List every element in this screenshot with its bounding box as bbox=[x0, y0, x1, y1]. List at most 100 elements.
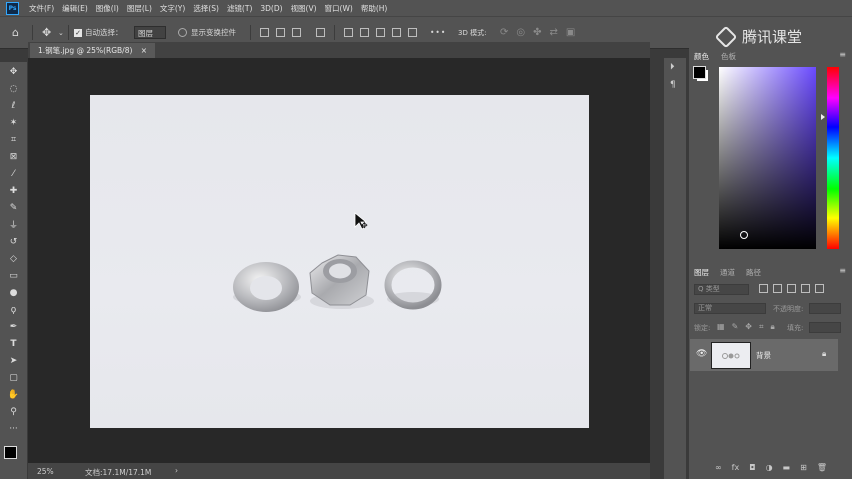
menu-select[interactable]: 选择(S) bbox=[193, 3, 219, 14]
marquee-tool-icon[interactable]: ◌ bbox=[5, 81, 22, 96]
home-icon[interactable]: ⌂ bbox=[12, 17, 19, 48]
menu-filter[interactable]: 滤镜(T) bbox=[227, 3, 252, 14]
align-center-icon[interactable] bbox=[276, 28, 285, 37]
lock-position-icon[interactable]: ✥ bbox=[745, 322, 752, 332]
filter-pixel-icon[interactable] bbox=[759, 284, 768, 293]
filter-smart-object-icon[interactable] bbox=[815, 284, 824, 293]
layer-name[interactable]: 背景 bbox=[756, 350, 771, 361]
tab-color[interactable]: 颜色 bbox=[694, 51, 709, 62]
tab-channels[interactable]: 通道 bbox=[720, 267, 735, 278]
frame-tool-icon[interactable]: ⊠ bbox=[5, 149, 22, 164]
target-select-value[interactable]: 图层 bbox=[134, 26, 166, 39]
3d-slide-icon[interactable]: ⇄ bbox=[550, 27, 558, 38]
delete-layer-icon[interactable]: 🗑︎ bbox=[817, 463, 827, 472]
menu-edit[interactable]: 编辑(E) bbox=[62, 3, 88, 14]
menu-window[interactable]: 窗口(W) bbox=[325, 3, 353, 14]
menu-3d[interactable]: 3D(D) bbox=[260, 4, 282, 13]
opacity-input[interactable] bbox=[809, 303, 841, 314]
visibility-eye-icon[interactable]: 👁︎ bbox=[696, 349, 707, 359]
layer-filter-kind[interactable]: Q 类型 bbox=[694, 284, 749, 295]
menu-view[interactable]: 视图(V) bbox=[291, 3, 317, 14]
align-right-icon[interactable] bbox=[292, 28, 301, 37]
zoom-tool-icon[interactable]: ⚲ bbox=[5, 404, 22, 419]
properties-icon[interactable]: ¶ bbox=[670, 80, 676, 90]
foreground-color-chip[interactable] bbox=[693, 66, 706, 79]
layer-style-icon[interactable]: fx bbox=[732, 463, 740, 472]
menu-image[interactable]: 图像(I) bbox=[96, 3, 119, 14]
distribute-vertical-icon[interactable] bbox=[408, 28, 417, 37]
3d-roll-icon[interactable]: ◎ bbox=[516, 27, 525, 38]
pen-tool-icon[interactable]: ✒ bbox=[5, 319, 22, 334]
menu-type[interactable]: 文字(Y) bbox=[160, 3, 185, 14]
link-layers-icon[interactable]: ∞ bbox=[715, 463, 722, 472]
align-bottom-icon[interactable] bbox=[376, 28, 385, 37]
photoshop-logo-icon[interactable]: Ps bbox=[6, 1, 19, 15]
zoom-level[interactable]: 25% bbox=[37, 467, 54, 476]
color-picker-cursor[interactable] bbox=[740, 231, 748, 239]
menu-help[interactable]: 帮助(H) bbox=[361, 3, 388, 14]
layers-panel-menu-icon[interactable]: ≡ bbox=[839, 266, 846, 275]
magic-wand-tool-icon[interactable]: ✶ bbox=[5, 115, 22, 130]
filter-adjustment-icon[interactable] bbox=[773, 284, 782, 293]
align-left-icon[interactable] bbox=[260, 28, 269, 37]
divider bbox=[32, 25, 33, 40]
fill-input[interactable] bbox=[809, 322, 841, 333]
layer-mask-icon[interactable]: ◘ bbox=[749, 463, 755, 472]
layer-thumbnail-image bbox=[722, 353, 740, 359]
type-tool-icon[interactable]: T bbox=[5, 336, 22, 351]
document-tab-title: 1.钢笔.jpg @ 25%(RGB/8) bbox=[38, 46, 133, 55]
new-layer-icon[interactable]: ⊞ bbox=[800, 463, 807, 472]
lock-pixels-icon[interactable]: ✎ bbox=[732, 322, 739, 332]
align-top-icon[interactable] bbox=[344, 28, 353, 37]
auto-select-checkbox[interactable]: ✓ bbox=[74, 28, 82, 37]
tab-layers[interactable]: 图层 bbox=[694, 267, 709, 278]
filter-shape-icon[interactable] bbox=[801, 284, 810, 293]
hue-slider-handle[interactable] bbox=[821, 114, 825, 120]
lock-all-icon[interactable]: 🔒︎ bbox=[770, 322, 774, 332]
layer-row[interactable]: 👁︎ 背景 🔒︎ bbox=[690, 339, 838, 371]
healing-brush-tool-icon[interactable]: ✚ bbox=[5, 183, 22, 198]
hand-tool-icon[interactable]: ✋ bbox=[5, 387, 22, 402]
move-tool-icon[interactable]: ✥ bbox=[5, 64, 22, 79]
foreground-color-swatch[interactable] bbox=[4, 446, 17, 459]
lock-transparency-icon[interactable]: ▦ bbox=[717, 322, 725, 332]
document-tab[interactable]: 1.钢笔.jpg @ 25%(RGB/8) × bbox=[30, 43, 156, 58]
crop-tool-icon[interactable]: ⌗ bbox=[5, 132, 22, 147]
eraser-tool-icon[interactable]: ◇ bbox=[5, 251, 22, 266]
lock-artboard-icon[interactable]: ⌗ bbox=[759, 322, 764, 332]
distribute-icon[interactable] bbox=[316, 28, 325, 37]
history-brush-tool-icon[interactable]: ↺ bbox=[5, 234, 22, 249]
path-selection-tool-icon[interactable]: ➤ bbox=[5, 353, 22, 368]
history-icon[interactable]: ⏵ bbox=[670, 62, 675, 72]
lasso-tool-icon[interactable]: ℓ bbox=[5, 98, 22, 113]
document-image[interactable]: ✥ bbox=[90, 95, 589, 428]
rectangle-tool-icon[interactable]: ▢ bbox=[5, 370, 22, 385]
brush-tool-icon[interactable]: ✎ bbox=[5, 200, 22, 215]
clone-stamp-tool-icon[interactable]: ⏚ bbox=[5, 217, 22, 232]
align-horizontal-icon[interactable] bbox=[392, 28, 401, 37]
filter-type-icon[interactable] bbox=[787, 284, 796, 293]
align-middle-icon[interactable] bbox=[360, 28, 369, 37]
hue-slider[interactable] bbox=[827, 67, 839, 249]
color-picker-field[interactable] bbox=[719, 67, 816, 249]
status-menu-arrow[interactable]: › bbox=[175, 466, 178, 475]
gradient-tool-icon[interactable]: ▭ bbox=[5, 268, 22, 283]
panel-menu-icon[interactable]: ≡ bbox=[839, 50, 846, 59]
group-layers-icon[interactable]: ▬ bbox=[783, 463, 791, 472]
tab-paths[interactable]: 路径 bbox=[746, 267, 761, 278]
menu-layer[interactable]: 图层(L) bbox=[127, 3, 152, 14]
dodge-tool-icon[interactable]: ϙ bbox=[5, 302, 22, 317]
blur-tool-icon[interactable]: ● bbox=[5, 285, 22, 300]
more-tools-icon[interactable]: ··· bbox=[5, 421, 22, 436]
blend-mode-select[interactable]: 正常 bbox=[694, 303, 766, 314]
divider bbox=[334, 25, 335, 40]
menu-file[interactable]: 文件(F) bbox=[29, 3, 54, 14]
eyedropper-tool-icon[interactable]: ⁄ bbox=[5, 166, 22, 181]
close-icon[interactable]: × bbox=[141, 46, 147, 55]
3d-drag-icon[interactable]: ✤ bbox=[533, 27, 541, 38]
tab-swatches[interactable]: 色板 bbox=[721, 51, 736, 62]
3d-scale-icon[interactable]: ▣ bbox=[566, 27, 575, 38]
adjustment-layer-icon[interactable]: ◑ bbox=[766, 463, 773, 472]
3d-rotate-icon[interactable]: ⟳ bbox=[500, 27, 508, 38]
show-transform-checkbox[interactable] bbox=[178, 28, 187, 37]
